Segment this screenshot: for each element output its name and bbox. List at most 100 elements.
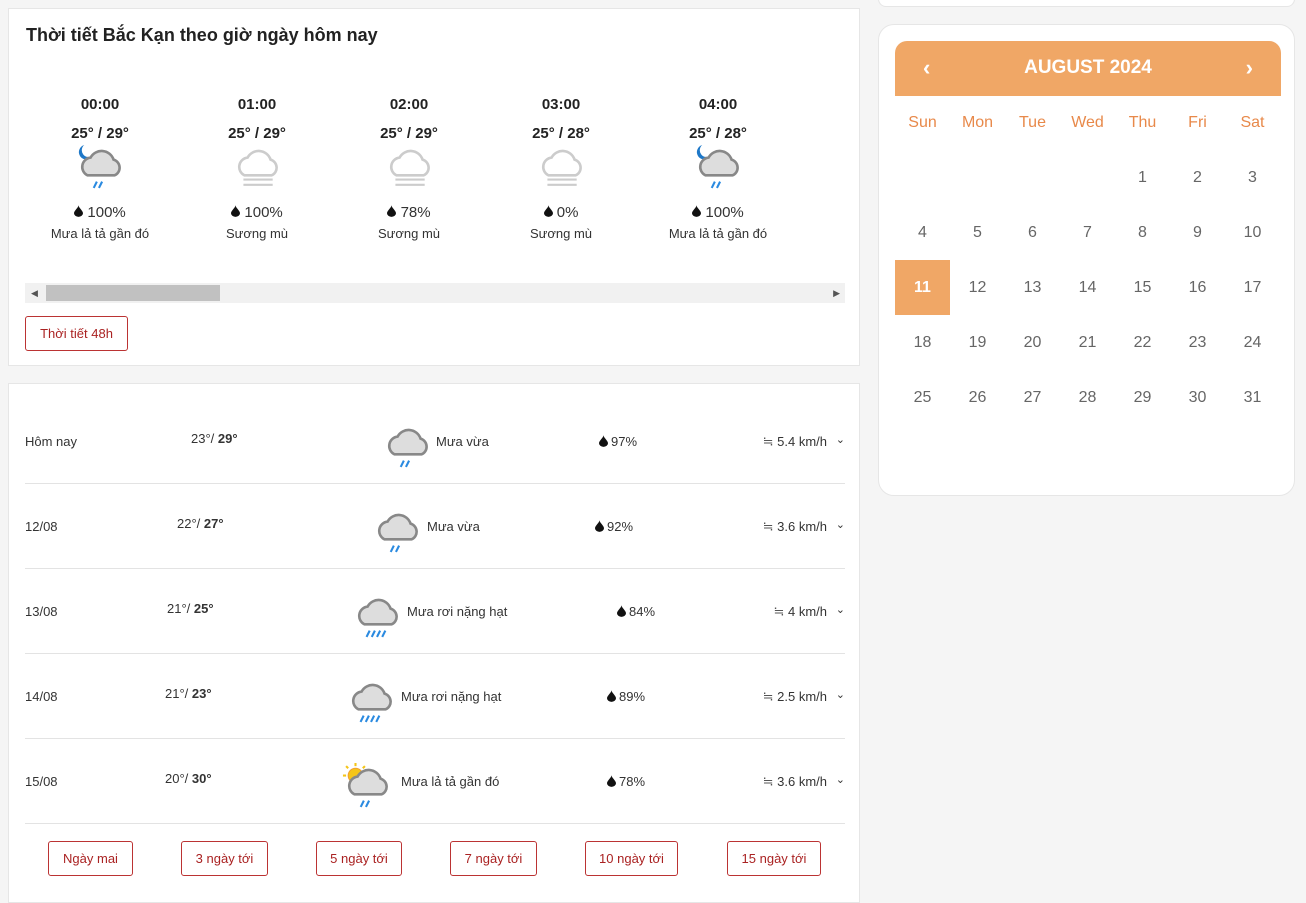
hour-desc: Sương mù [529, 226, 593, 241]
forecast-range-button[interactable]: Ngày mai [48, 841, 133, 876]
fog-icon [334, 142, 484, 204]
raindrop-icon [607, 775, 616, 790]
calendar-day[interactable]: 14 [1060, 260, 1115, 315]
calendar-day[interactable]: 4 [895, 205, 950, 260]
raindrop-icon [387, 204, 397, 221]
wind-speed: 4 km/h [787, 604, 827, 619]
calendar-day[interactable]: 20 [1005, 315, 1060, 370]
calendar-day[interactable]: 29 [1115, 370, 1170, 425]
calendar-day[interactable]: 8 [1115, 205, 1170, 260]
chevron-down-icon[interactable]: ⌄ [836, 688, 845, 701]
calendar-day[interactable]: 28 [1060, 370, 1115, 425]
moon-cloud-rain-icon [643, 142, 793, 204]
calendar-day[interactable]: 22 [1115, 315, 1170, 370]
calendar-day[interactable]: 19 [950, 315, 1005, 370]
hourly-title: Thời tiết Bắc Kạn theo giờ ngày hôm nay [26, 25, 378, 45]
temp-min: 22° [177, 516, 197, 531]
hourly-list[interactable]: 00:00 25° / 29° 100% Mưa lả tả gần đó 01… [25, 89, 845, 269]
rain-chance: 0% [556, 204, 579, 221]
scroll-right-icon[interactable]: ▶ [833, 288, 840, 299]
calendar: ‹ AUGUST 2024 › Sun Mon Tue Wed Thu Fri Sat 1 2 3… [878, 24, 1295, 496]
calendar-day[interactable]: 1 [1115, 150, 1170, 205]
calendar-day[interactable]: 7 [1060, 205, 1115, 260]
fog-icon [486, 142, 636, 204]
daily-row[interactable]: 12/08 22°/ 27° Mưa vừa 92% ≒ 3.6 km/h ⌄ [25, 484, 845, 569]
rain-chance: 78% [400, 204, 431, 221]
rain-chance: 89% [619, 689, 646, 704]
hourly-item: 03:00 25° / 28° 0% Sương mù [486, 89, 636, 241]
weekday-label: Mon [961, 114, 994, 131]
calendar-day[interactable]: 10 [1225, 205, 1280, 260]
horizontal-scrollbar[interactable]: ◀ ▶ [25, 283, 845, 303]
chevron-down-icon[interactable]: ⌄ [836, 603, 845, 616]
calendar-day[interactable]: 17 [1225, 260, 1280, 315]
calendar-day[interactable]: 16 [1170, 260, 1225, 315]
hour-desc: Mưa lả tả gần đó [50, 226, 150, 241]
weather-48h-button[interactable]: Thời tiết 48h [25, 316, 128, 351]
row-day: 14/08 [25, 689, 58, 704]
hour-temp: 25° / 29° [380, 125, 438, 142]
hour-temp: 25° / 29° [228, 125, 286, 142]
weekday-label: Sun [908, 114, 937, 131]
calendar-day[interactable]: 31 [1225, 370, 1280, 425]
calendar-day[interactable]: 21 [1060, 315, 1115, 370]
hour-time: 00:00 [80, 96, 120, 113]
wind-icon: ≒ [773, 604, 785, 619]
daily-row[interactable]: 15/08 20°/ 30° Mưa lả tả gần đó 78% ≒ 3.… [25, 739, 845, 824]
calendar-day[interactable]: 18 [895, 315, 950, 370]
temp-max: 23° [191, 686, 212, 701]
temp-max: 29° [217, 431, 238, 446]
calendar-day[interactable]: 9 [1170, 205, 1225, 260]
calendar-day[interactable]: 11 [895, 260, 950, 315]
daily-row[interactable]: Hôm nay 23°/ 29° Mưa vừa 97% ≒ 5.4 km/h … [25, 399, 845, 484]
calendar-day[interactable]: 13 [1005, 260, 1060, 315]
calendar-day[interactable]: 23 [1170, 315, 1225, 370]
cloud-heavy-rain-icon [345, 678, 397, 727]
daily-row[interactable]: 13/08 21°/ 25° Mưa rơi nặng hạt 84% ≒ 4 … [25, 569, 845, 654]
forecast-range-button[interactable]: 15 ngày tới [727, 841, 821, 876]
hour-time: 02:00 [389, 96, 429, 113]
moon-cloud-rain-icon [25, 142, 175, 204]
forecast-range-button[interactable]: 5 ngày tới [316, 841, 402, 876]
calendar-day[interactable]: 12 [950, 260, 1005, 315]
calendar-day[interactable]: 6 [1005, 205, 1060, 260]
calendar-day[interactable]: 3 [1225, 150, 1280, 205]
wind-icon: ≒ [762, 774, 774, 789]
forecast-range-button[interactable]: 7 ngày tới [450, 841, 537, 876]
calendar-day[interactable]: 26 [950, 370, 1005, 425]
temp-max: 30° [191, 771, 212, 786]
next-month-button[interactable]: › [1246, 55, 1253, 81]
calendar-day[interactable]: 25 [895, 370, 950, 425]
raindrop-icon [231, 204, 241, 221]
rain-chance: 100% [87, 204, 126, 221]
chevron-down-icon[interactable]: ⌄ [836, 433, 845, 446]
raindrop-icon [607, 690, 616, 705]
calendar-day[interactable]: 24 [1225, 315, 1280, 370]
scroll-left-icon[interactable]: ◀ [31, 288, 38, 299]
forecast-range-button[interactable]: 3 ngày tới [181, 841, 268, 876]
rain-chance: 84% [629, 604, 656, 619]
wind-speed: 2.5 km/h [777, 689, 827, 704]
chevron-down-icon[interactable]: ⌄ [836, 773, 845, 786]
calendar-day[interactable]: 5 [950, 205, 1005, 260]
daily-row[interactable]: 14/08 21°/ 23° Mưa rơi nặng hạt 89% ≒ 2.… [25, 654, 845, 739]
wind-speed: 3.6 km/h [777, 774, 827, 789]
chevron-down-icon[interactable]: ⌄ [836, 518, 845, 531]
calendar-day[interactable]: 2 [1170, 150, 1225, 205]
weekday-label: Thu [1128, 114, 1157, 131]
rain-chance: 100% [244, 204, 283, 221]
daily-forecast-card: Hôm nay 23°/ 29° Mưa vừa 97% ≒ 5.4 km/h … [8, 383, 860, 903]
raindrop-icon [74, 204, 84, 221]
weekday-label: Wed [1071, 114, 1104, 131]
hour-time: 01:00 [237, 96, 277, 113]
hour-desc: Sương mù [225, 226, 289, 241]
calendar-day[interactable]: 15 [1115, 260, 1170, 315]
forecast-range-button[interactable]: 10 ngày tới [585, 841, 678, 876]
temp-min: 21° [165, 686, 185, 701]
calendar-day[interactable]: 30 [1170, 370, 1225, 425]
row-day: 13/08 [25, 604, 58, 619]
scrollbar-thumb[interactable] [46, 285, 220, 301]
calendar-day[interactable]: 27 [1005, 370, 1060, 425]
hour-time: 04:00 [698, 96, 738, 113]
hour-desc: Sương mù [377, 226, 441, 241]
